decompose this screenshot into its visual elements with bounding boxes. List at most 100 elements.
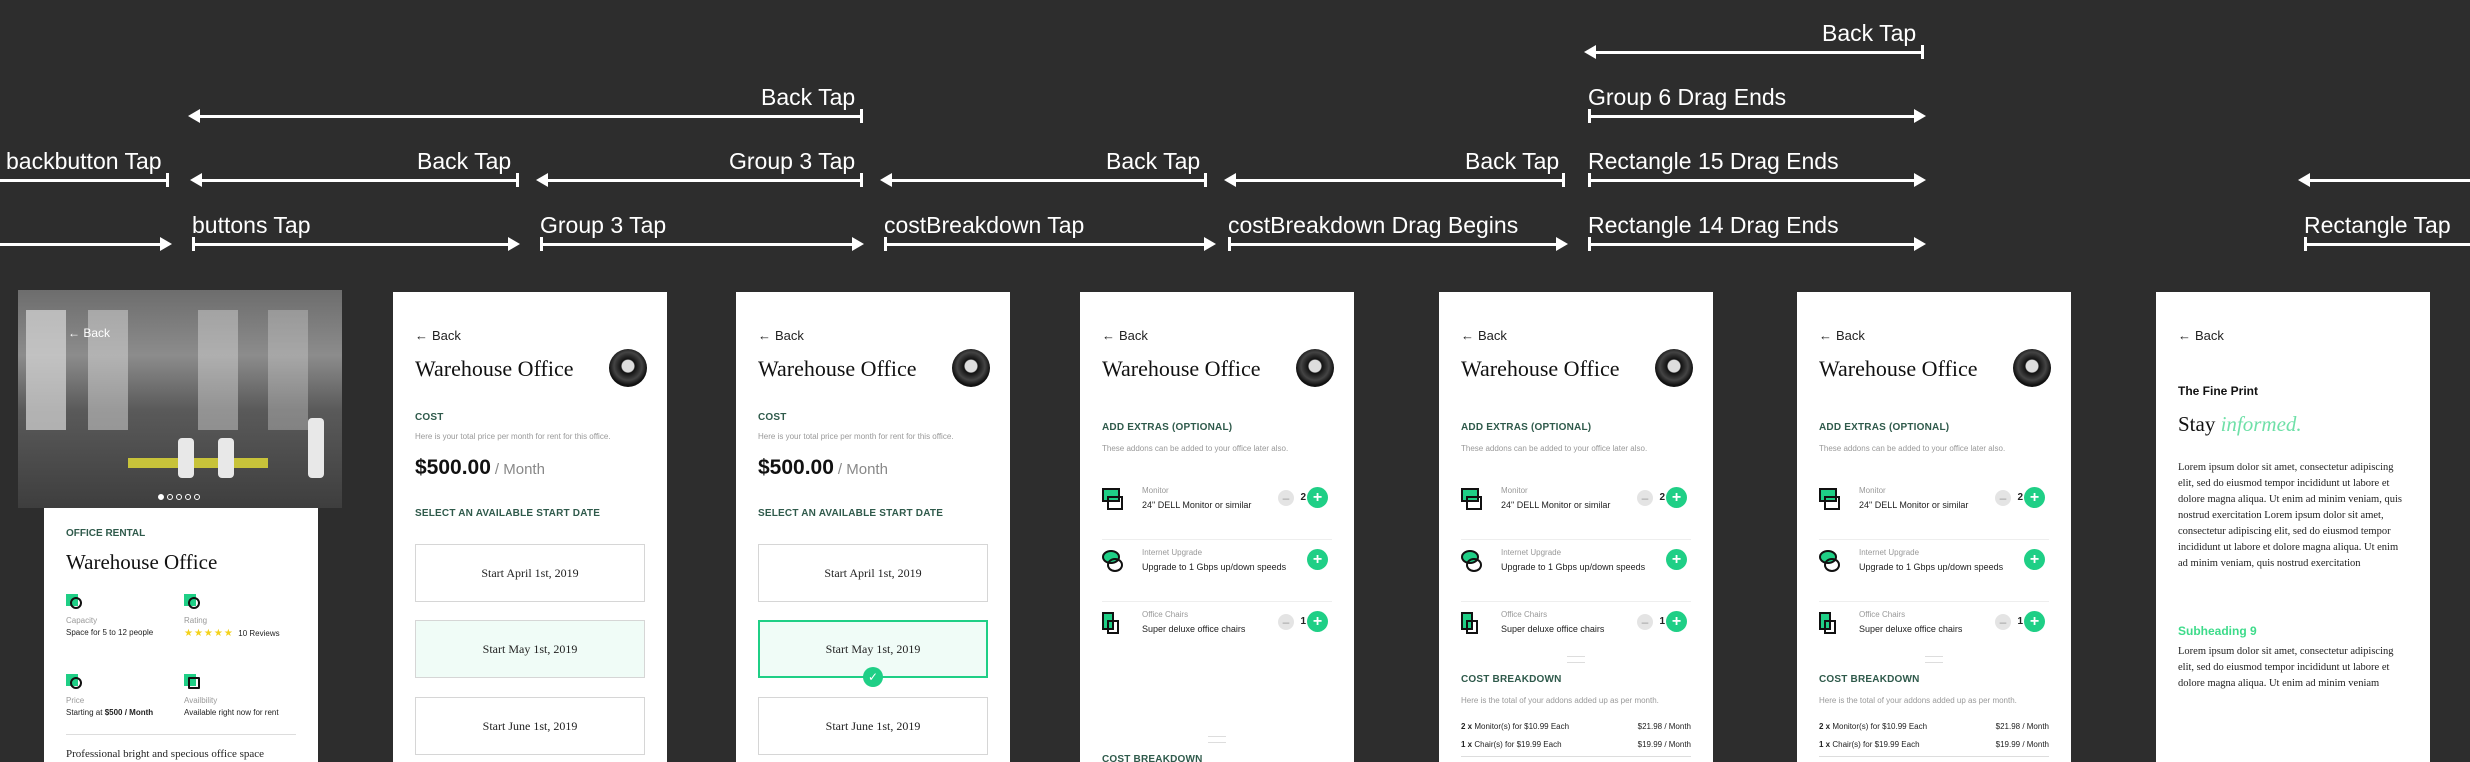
price-amount: $500.00 — [758, 456, 834, 479]
back-button[interactable]: ← Back — [1461, 328, 1507, 343]
back-button[interactable]: ← Back — [1819, 328, 1865, 343]
arrow-right-icon — [1914, 109, 1926, 123]
breakdown-row: 1 x Chair(s) for $19.99 Each $19.99 / Mon… — [1461, 740, 1691, 749]
arrow-right-icon — [1914, 237, 1926, 251]
addon-name: Internet Upgrade — [1501, 548, 1562, 557]
carousel-dot[interactable] — [194, 494, 200, 500]
addon-name: Internet Upgrade — [1142, 548, 1203, 557]
calendar-check-icon — [184, 674, 202, 690]
carousel-dot[interactable] — [176, 494, 182, 500]
carousel-dot[interactable] — [158, 494, 164, 500]
avatar[interactable] — [952, 349, 990, 387]
decrement-button[interactable]: – — [1278, 490, 1294, 506]
breakdown-row: 1 x Chair(s) for $19.99 Each $19.99 / Mon… — [1819, 740, 2049, 749]
addon-monitor: Monitor 24" DELL Monitor or similar – 2 … — [1102, 482, 1332, 540]
flow-label: Back Tap — [1822, 20, 1917, 46]
avatar[interactable] — [1296, 349, 1334, 387]
decrement-button[interactable]: – — [1995, 614, 2011, 630]
flow-label: Back Tap — [1465, 148, 1560, 174]
carousel-dots[interactable] — [158, 494, 200, 500]
carousel-dot[interactable] — [167, 494, 173, 500]
feature-label: Price — [66, 696, 85, 705]
addon-desc: Upgrade to 1 Gbps up/down speeds — [1142, 562, 1287, 572]
drag-handle[interactable] — [1208, 736, 1226, 743]
price-period: / Month — [494, 461, 545, 478]
addon-desc: Super deluxe office chairs — [1501, 624, 1605, 634]
flow-line — [546, 179, 862, 182]
breakdown-value: $21.98 / Month — [1637, 722, 1691, 731]
date-option[interactable]: Start April 1st, 2019 — [415, 544, 645, 602]
quantity: 1 — [1300, 616, 1306, 627]
addon-desc: Super deluxe office chairs — [1859, 624, 1963, 634]
kicker: OFFICE RENTAL — [66, 528, 146, 539]
breakdown-value: $19.99 / Month — [1995, 740, 2049, 749]
increment-button[interactable]: + — [1666, 611, 1687, 632]
page-title: Warehouse Office — [66, 550, 218, 574]
increment-button[interactable]: + — [2024, 487, 2045, 508]
date-option[interactable]: Start May 1st, 2019 — [415, 620, 645, 678]
avatar[interactable] — [609, 349, 647, 387]
drag-handle[interactable] — [1925, 656, 1943, 663]
breakdown-label: Chair(s) for $19.99 Each — [1474, 740, 1562, 749]
feature-value: ★★★★★ 10 Reviews — [184, 628, 280, 639]
divider — [1461, 756, 1691, 757]
decrement-button[interactable]: – — [1278, 614, 1294, 630]
increment-button[interactable]: + — [1666, 549, 1687, 570]
flow-label: buttons Tap — [192, 212, 311, 238]
avatar[interactable] — [1655, 349, 1693, 387]
section-caption: Here is the total of your addons added u… — [1819, 696, 2017, 705]
date-option[interactable]: Start June 1st, 2019 — [758, 697, 988, 755]
flow-line — [1588, 243, 1914, 246]
decrement-button[interactable]: – — [1637, 614, 1653, 630]
increment-button[interactable]: + — [2024, 611, 2045, 632]
increment-button[interactable]: + — [1307, 611, 1328, 632]
section-heading: COST — [758, 412, 787, 423]
increment-button[interactable]: + — [1307, 549, 1328, 570]
clock-icon — [66, 674, 84, 690]
flow-label: Back Tap — [761, 84, 856, 110]
flow-line — [198, 115, 862, 118]
back-button[interactable]: ← Back — [68, 326, 110, 340]
arrow-right-icon — [508, 237, 520, 251]
breakdown-qty: 1 x — [1819, 740, 1831, 749]
back-button[interactable]: ← Back — [2178, 328, 2224, 343]
flow-label: costBreakdown Drag Begins — [1228, 212, 1519, 238]
avatar[interactable] — [2013, 349, 2051, 387]
flow-line — [0, 179, 168, 182]
flow-label: Back Tap — [1106, 148, 1201, 174]
addon-name: Monitor — [1142, 486, 1169, 495]
drag-handle[interactable] — [1567, 656, 1585, 663]
decrement-button[interactable]: – — [1637, 490, 1653, 506]
breakdown-row: 2 x Monitor(s) for $10.99 Each $21.98 / M… — [1461, 722, 1691, 731]
review-count: 10 Reviews — [238, 629, 280, 638]
flow-tick — [1562, 173, 1565, 187]
flow-label: backbutton Tap — [6, 148, 162, 174]
date-option[interactable]: Start June 1st, 2019 — [415, 697, 645, 755]
back-button[interactable]: ← Back — [1102, 328, 1148, 343]
back-button[interactable]: ← Back — [758, 328, 804, 343]
arrow-left-icon: ← — [2178, 328, 2191, 343]
decrement-button[interactable]: – — [1995, 490, 2011, 506]
price-period: / Month — [837, 461, 888, 478]
increment-button[interactable]: + — [1666, 487, 1687, 508]
flow-tick — [860, 173, 863, 187]
addon-name: Office Chairs — [1142, 610, 1189, 619]
flow-line — [2304, 243, 2470, 246]
date-option[interactable]: Start April 1st, 2019 — [758, 544, 988, 602]
title-plain: Stay — [2178, 412, 2216, 436]
section-heading: COST — [415, 412, 444, 423]
feature-label: Availbility — [184, 696, 218, 705]
arrow-left-icon: ← — [758, 328, 771, 343]
globe-icon — [1102, 550, 1126, 572]
breakdown-label: Monitor(s) for $10.99 Each — [1474, 722, 1570, 731]
arrow-left-icon: ← — [1819, 328, 1832, 343]
carousel-dot[interactable] — [185, 494, 191, 500]
date-option-selected[interactable]: Start May 1st, 2019 ✓ — [758, 620, 988, 687]
back-button[interactable]: ← Back — [415, 328, 461, 343]
monitor-icon — [1819, 488, 1843, 510]
increment-button[interactable]: + — [1307, 487, 1328, 508]
globe-icon — [1819, 550, 1843, 572]
chair-icon — [1819, 612, 1843, 634]
increment-button[interactable]: + — [2024, 549, 2045, 570]
price-bold: $500 / Month — [104, 708, 154, 717]
